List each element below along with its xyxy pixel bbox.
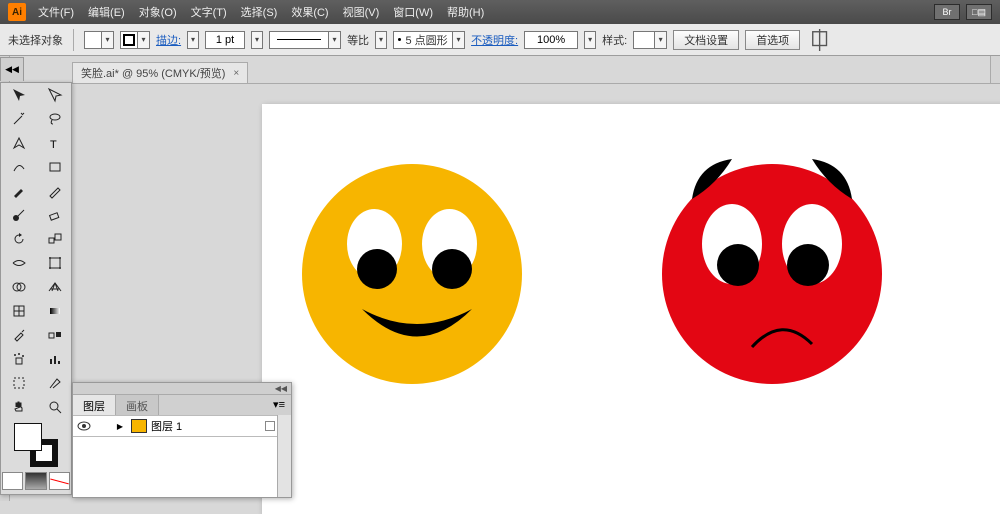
menu-effect[interactable]: 效果(C) [289,2,330,22]
column-graph-tool[interactable] [37,347,73,371]
close-tab-icon[interactable]: × [233,68,239,79]
stroke-label[interactable]: 描边: [156,32,181,48]
document-setup-button[interactable]: 文档设置 [673,30,739,50]
magic-wand-tool[interactable] [1,107,37,131]
gradient-tool[interactable] [37,299,73,323]
tab-artboards[interactable]: 画板 [116,395,159,415]
ratio-dd[interactable]: ▾ [375,31,387,49]
style-swatch[interactable] [633,31,655,49]
none-mode[interactable] [49,472,70,490]
no-selection-label: 未选择对象 [8,32,63,48]
ratio-label: 等比 [347,32,369,48]
stroke-dropdown[interactable]: ▾ [138,31,150,49]
layers-empty-area [73,437,291,497]
visibility-icon[interactable] [73,421,95,431]
toolbox: ◀◀ T [0,82,72,495]
happy-face[interactable] [302,164,522,384]
panel-menu-icon[interactable]: ▾≡ [267,395,291,415]
fill-stroke-swatch[interactable] [14,423,58,467]
zoom-tool[interactable] [37,395,73,419]
blob-brush-tool[interactable] [1,203,37,227]
eyedropper-tool[interactable] [1,323,37,347]
rectangle-tool[interactable] [37,155,73,179]
bridge-button[interactable]: Br [934,4,960,20]
pen-tool[interactable] [1,131,37,155]
opacity-dd[interactable]: ▾ [584,31,596,49]
panel-drag-handle[interactable]: ◀◀ [73,383,291,395]
stroke-swatch[interactable] [120,31,138,49]
menu-help[interactable]: 帮助(H) [445,2,486,22]
eraser-tool[interactable] [37,203,73,227]
color-mode[interactable] [2,472,23,490]
blend-tool[interactable] [37,323,73,347]
stroke-down[interactable]: ▾ [187,31,199,49]
mesh-tool[interactable] [1,299,37,323]
layers-panel: ◀◀ 图层 画板 ▾≡ ▶ 图层 1 [72,382,292,498]
app-logo: Ai [8,3,26,21]
menu-view[interactable]: 视图(V) [341,2,382,22]
stroke-profile-dd[interactable]: ▾ [329,31,341,49]
arrange-button[interactable]: □▤ [966,4,992,20]
symbol-sprayer-tool[interactable] [1,347,37,371]
angry-face[interactable] [662,164,882,384]
gradient-mode[interactable] [25,472,46,490]
stroke-up[interactable]: ▾ [251,31,263,49]
align-icon[interactable] [810,32,832,48]
slice-tool[interactable] [37,371,73,395]
svg-text:T: T [50,139,57,151]
preferences-button[interactable]: 首选项 [745,30,800,50]
fill-swatch[interactable] [84,31,102,49]
menu-window[interactable]: 窗口(W) [391,2,435,22]
opacity-label[interactable]: 不透明度: [471,32,518,48]
lasso-tool[interactable] [37,107,73,131]
fill-dropdown[interactable]: ▾ [102,31,114,49]
shape-builder-tool[interactable] [1,275,37,299]
brush-box[interactable]: 5 点圆形 [393,31,453,49]
menu-edit[interactable]: 编辑(E) [86,2,127,22]
toolbox-collapse[interactable]: ◀◀ [0,57,24,81]
type-tool[interactable]: T [37,131,73,155]
layer-row[interactable]: ▶ 图层 1 [73,415,291,437]
selection-tool[interactable] [1,83,37,107]
rotate-tool[interactable] [1,227,37,251]
expand-triangle-icon[interactable]: ▶ [113,422,127,431]
menu-object[interactable]: 对象(O) [137,2,179,22]
opacity-input[interactable] [524,31,578,49]
free-transform-tool[interactable] [37,251,73,275]
pencil-tool[interactable] [37,179,73,203]
menu-type[interactable]: 文字(T) [189,2,229,22]
hand-tool[interactable] [1,395,37,419]
menubar: Ai 文件(F) 编辑(E) 对象(O) 文字(T) 选择(S) 效果(C) 视… [0,0,1000,24]
fill-color[interactable] [14,423,42,451]
layer-target-icon[interactable] [265,421,275,431]
layer-name[interactable]: 图层 1 [151,418,182,434]
menu-file[interactable]: 文件(F) [36,2,76,22]
menu-select[interactable]: 选择(S) [239,2,280,22]
document-tab-title: 笑脸.ai* @ 95% (CMYK/预览) [81,65,225,81]
paintbrush-tool[interactable] [1,179,37,203]
artboard-tool[interactable] [1,371,37,395]
style-label: 样式: [602,32,627,48]
perspective-grid-tool[interactable] [37,275,73,299]
scale-tool[interactable] [37,227,73,251]
options-bar: 未选择对象 ▾ ▾ 描边: ▾ ▾ ▾ 等比 ▾ 5 点圆形 ▾ 不透明度: ▾… [0,24,1000,56]
stroke-profile[interactable] [269,31,329,49]
style-dd[interactable]: ▾ [655,31,667,49]
layer-thumbnail [131,419,147,433]
brush-dd[interactable]: ▾ [453,31,465,49]
direct-selection-tool[interactable] [37,83,73,107]
document-tab[interactable]: 笑脸.ai* @ 95% (CMYK/预览) × [72,62,248,83]
line-tool[interactable] [1,155,37,179]
artboard[interactable] [262,104,1000,514]
tab-layers[interactable]: 图层 [73,395,116,415]
width-tool[interactable] [1,251,37,275]
panel-scrollbar[interactable] [277,415,291,497]
stroke-weight-input[interactable] [205,31,245,49]
